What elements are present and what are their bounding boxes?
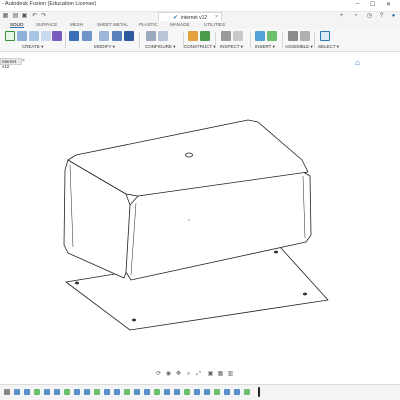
timeline-feature-icon[interactable] [44,389,50,395]
zoom-icon[interactable]: ⌕ [185,371,192,378]
screw-hole [75,281,80,285]
orbit-icon[interactable]: ⟳ [155,371,162,378]
screw-hole [302,292,307,296]
timeline-feature-icon[interactable] [74,389,80,395]
timeline-feature-icon[interactable] [184,389,190,395]
fit-icon[interactable]: ⤢ [195,371,202,378]
timeline-feature-icon[interactable] [204,389,210,395]
screw-hole [273,250,278,254]
timeline-feature-icon[interactable] [114,389,120,395]
screw-hole [131,318,136,322]
timeline-feature-icon[interactable] [24,389,30,395]
timeline-feature-icon[interactable] [124,389,130,395]
timeline-feature-icon[interactable] [214,389,220,395]
viewports-icon[interactable]: ▥ [227,371,234,378]
timeline-feature-icon[interactable] [144,389,150,395]
timeline-feature-icon[interactable] [34,389,40,395]
timeline-feature-icon[interactable] [224,389,230,395]
top-hole [185,152,193,158]
timeline-start-icon[interactable] [4,389,10,395]
timeline-feature-icon[interactable] [234,389,240,395]
look-at-icon[interactable]: ◉ [165,371,172,378]
timeline-feature-icon[interactable] [94,389,100,395]
timeline-feature-icon[interactable] [54,389,60,395]
timeline [0,384,400,400]
timeline-feature-icon[interactable] [134,389,140,395]
display-settings-icon[interactable]: ▣ [207,371,214,378]
timeline-feature-icon[interactable] [104,389,110,395]
pan-icon[interactable]: ✥ [175,371,182,378]
timeline-feature-icon[interactable] [174,389,180,395]
navigation-bar: ⟳ ◉ ✥ ⌕ ⤢ ▣ ▦ ▥ [155,371,255,379]
timeline-feature-icon[interactable] [14,389,20,395]
grid-settings-icon[interactable]: ▦ [217,371,224,378]
timeline-marker[interactable] [258,387,260,397]
origin-point [188,219,190,221]
timeline-feature-icon[interactable] [84,389,90,395]
timeline-feature-icon[interactable] [194,389,200,395]
timeline-feature-icon[interactable] [154,389,160,395]
timeline-feature-icon[interactable] [64,389,70,395]
timeline-feature-icon[interactable] [164,389,170,395]
timeline-feature-icon[interactable] [244,389,250,395]
model-viewport[interactable] [0,0,400,400]
